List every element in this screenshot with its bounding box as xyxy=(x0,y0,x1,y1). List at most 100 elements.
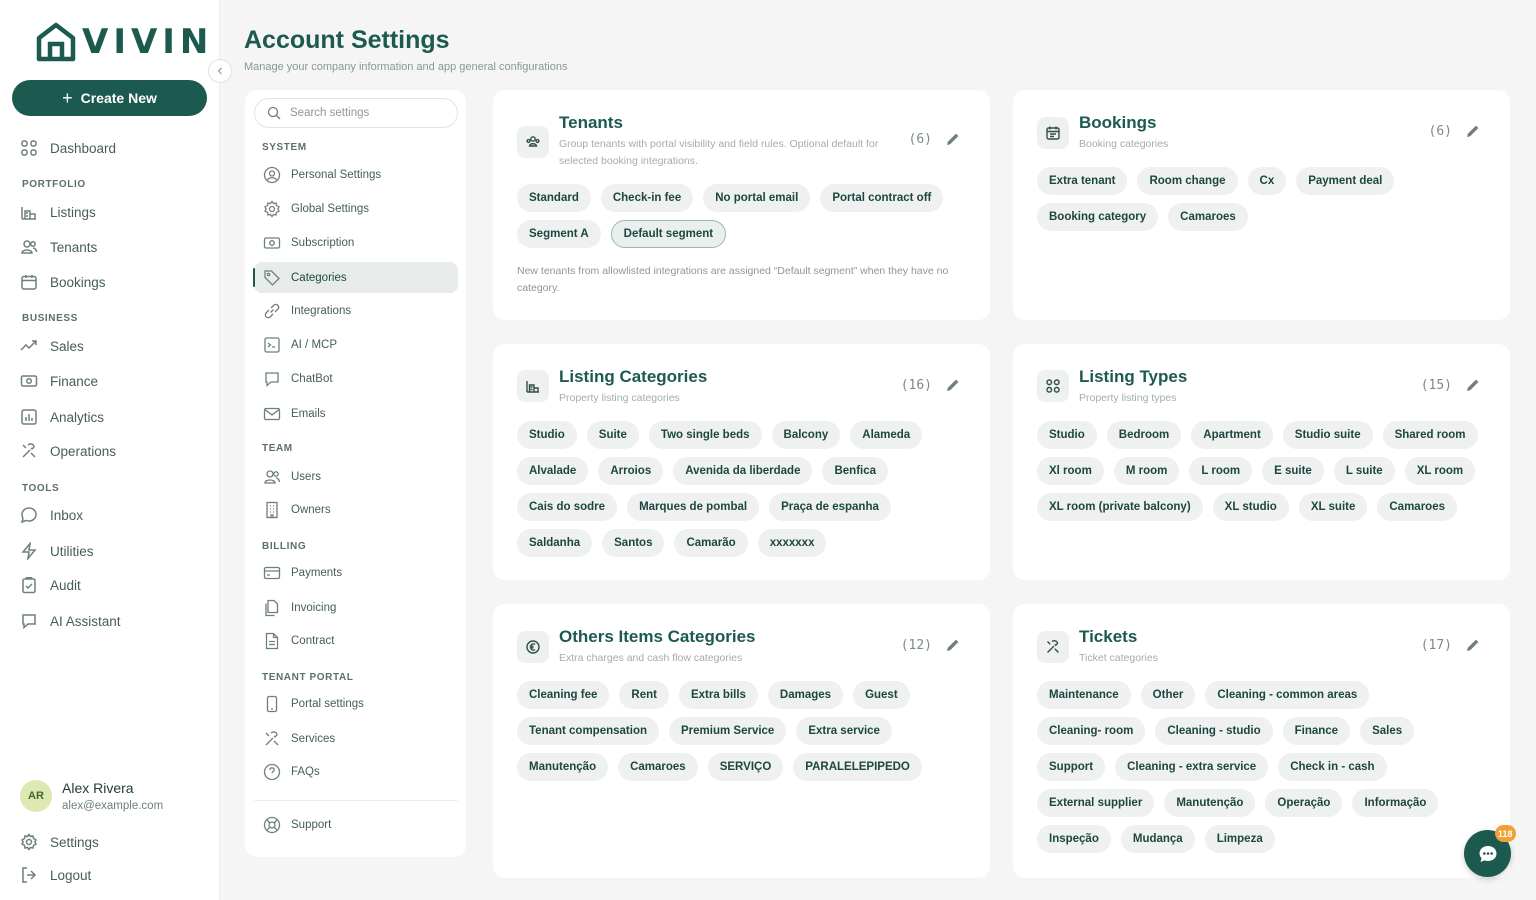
category-chip[interactable]: Studio xyxy=(517,421,577,449)
category-chip[interactable]: Extra bills xyxy=(678,681,758,709)
category-chip[interactable]: L suite xyxy=(1333,457,1395,485)
category-chip[interactable]: Saldanha xyxy=(517,529,593,557)
category-chip[interactable]: Cleaning - extra service xyxy=(1115,753,1269,781)
nav-sales[interactable]: Sales xyxy=(20,336,84,356)
category-chip[interactable]: Alvalade xyxy=(517,457,589,485)
menu-item-categories[interactable]: Categories xyxy=(253,262,458,293)
settings-search[interactable] xyxy=(254,98,458,128)
category-chip[interactable]: Arroios xyxy=(598,457,664,485)
category-chip[interactable]: Extra tenant xyxy=(1037,167,1128,195)
category-chip[interactable]: Camaroes xyxy=(1377,493,1457,521)
default-category-chip[interactable]: Default segment xyxy=(610,220,727,248)
category-chip[interactable]: PARALELEPIPEDO xyxy=(793,753,922,781)
user-profile[interactable]: AR Alex Rivera alex@example.com xyxy=(20,780,163,812)
menu-item-global-settings[interactable]: Global Settings xyxy=(254,193,458,224)
category-chip[interactable]: Cleaning - common areas xyxy=(1205,681,1370,709)
sidebar-collapse-button[interactable] xyxy=(208,59,232,83)
nav-operations[interactable]: Operations xyxy=(20,441,116,461)
menu-item-users[interactable]: Users xyxy=(254,461,458,492)
category-chip[interactable]: Rent xyxy=(619,681,669,709)
category-chip[interactable]: XL suite xyxy=(1298,493,1368,521)
edit-pencil-icon[interactable] xyxy=(1464,376,1482,394)
nav-tenants[interactable]: Tenants xyxy=(20,237,97,257)
category-chip[interactable]: Santos xyxy=(602,529,665,557)
nav-settings[interactable]: Settings xyxy=(20,832,99,852)
category-chip[interactable]: Booking category xyxy=(1037,203,1159,231)
category-chip[interactable]: Informação xyxy=(1352,789,1439,817)
nav-inbox[interactable]: Inbox xyxy=(20,505,83,525)
category-chip[interactable]: Damages xyxy=(767,681,844,709)
category-chip[interactable]: Cx xyxy=(1247,167,1287,195)
menu-item-services[interactable]: Services xyxy=(254,723,458,754)
menu-item-emails[interactable]: Emails xyxy=(254,398,458,429)
category-chip[interactable]: Two single beds xyxy=(648,421,762,449)
category-chip[interactable]: Check in - cash xyxy=(1278,753,1387,781)
nav-logout[interactable]: Logout xyxy=(20,865,91,885)
category-chip[interactable]: Premium Service xyxy=(669,717,787,745)
menu-item-portal-settings[interactable]: Portal settings xyxy=(254,688,458,719)
category-chip[interactable]: Camaroes xyxy=(1168,203,1248,231)
category-chip[interactable]: Sales xyxy=(1360,717,1415,745)
edit-pencil-icon[interactable] xyxy=(944,130,962,148)
category-chip[interactable]: Studio suite xyxy=(1282,421,1373,449)
category-chip[interactable]: Cais do sodre xyxy=(517,493,618,521)
category-chip[interactable]: Operação xyxy=(1265,789,1343,817)
menu-item-personal-settings[interactable]: Personal Settings xyxy=(254,159,458,190)
category-chip[interactable]: Support xyxy=(1037,753,1106,781)
category-chip[interactable]: Standard xyxy=(517,184,591,212)
category-chip[interactable]: Cleaning fee xyxy=(517,681,610,709)
nav-bookings[interactable]: Bookings xyxy=(20,272,106,292)
category-chip[interactable]: Avenida da liberdade xyxy=(673,457,813,485)
menu-item-owners[interactable]: Owners xyxy=(254,494,458,525)
category-chip[interactable]: Segment A xyxy=(517,220,601,248)
category-chip[interactable]: L room xyxy=(1189,457,1253,485)
category-chip[interactable]: Portal contract off xyxy=(820,184,944,212)
category-chip[interactable]: Benfica xyxy=(822,457,889,485)
menu-item-contract[interactable]: Contract xyxy=(254,625,458,656)
nav-dashboard[interactable]: Dashboard xyxy=(20,138,116,158)
menu-item-support[interactable]: Support xyxy=(254,809,458,840)
category-chip[interactable]: Cleaning- room xyxy=(1037,717,1146,745)
category-chip[interactable]: SERVIÇO xyxy=(707,753,784,781)
category-chip[interactable]: Marques de pombal xyxy=(627,493,760,521)
category-chip[interactable]: Finance xyxy=(1282,717,1351,745)
category-chip[interactable]: Balcony xyxy=(771,421,841,449)
edit-pencil-icon[interactable] xyxy=(1464,636,1482,654)
category-chip[interactable]: XL room xyxy=(1404,457,1476,485)
category-chip[interactable]: Camaroes xyxy=(618,753,698,781)
nav-listings[interactable]: Listings xyxy=(20,202,96,222)
category-chip[interactable]: Manutenção xyxy=(1164,789,1256,817)
nav-utilities[interactable]: Utilities xyxy=(20,541,94,561)
category-chip[interactable]: Shared room xyxy=(1382,421,1478,449)
edit-pencil-icon[interactable] xyxy=(944,636,962,654)
category-chip[interactable]: Manutenção xyxy=(517,753,609,781)
category-chip[interactable]: XL studio xyxy=(1212,493,1289,521)
nav-audit[interactable]: Audit xyxy=(20,575,81,595)
category-chip[interactable]: No portal email xyxy=(703,184,811,212)
menu-item-integrations[interactable]: Integrations xyxy=(254,295,458,326)
category-chip[interactable]: Apartment xyxy=(1191,421,1273,449)
category-chip[interactable]: Room change xyxy=(1137,167,1238,195)
category-chip[interactable]: Cleaning - studio xyxy=(1155,717,1273,745)
category-chip[interactable]: XL room (private balcony) xyxy=(1037,493,1203,521)
category-chip[interactable]: xxxxxxx xyxy=(757,529,827,557)
category-chip[interactable]: Inspeção xyxy=(1037,825,1111,853)
category-chip[interactable]: Maintenance xyxy=(1037,681,1131,709)
category-chip[interactable]: E suite xyxy=(1262,457,1324,485)
category-chip[interactable]: Praça de espanha xyxy=(769,493,891,521)
category-chip[interactable]: Xl room xyxy=(1037,457,1104,485)
menu-item-ai-mcp[interactable]: AI / MCP xyxy=(254,329,458,360)
menu-item-chatbot[interactable]: ChatBot xyxy=(254,363,458,394)
category-chip[interactable]: Bedroom xyxy=(1106,421,1182,449)
menu-item-payments[interactable]: Payments xyxy=(254,557,458,588)
nav-finance[interactable]: Finance xyxy=(20,371,98,391)
category-chip[interactable]: Limpeza xyxy=(1204,825,1275,853)
menu-item-faqs[interactable]: FAQs xyxy=(254,756,458,787)
category-chip[interactable]: Alameda xyxy=(850,421,923,449)
nav-ai-assistant[interactable]: AI Assistant xyxy=(20,611,121,631)
category-chip[interactable]: Mudança xyxy=(1120,825,1195,853)
category-chip[interactable]: Tenant compensation xyxy=(517,717,659,745)
edit-pencil-icon[interactable] xyxy=(944,376,962,394)
menu-item-invoicing[interactable]: Invoicing xyxy=(254,592,458,623)
brand-logo[interactable]: VIVIN xyxy=(36,22,213,62)
